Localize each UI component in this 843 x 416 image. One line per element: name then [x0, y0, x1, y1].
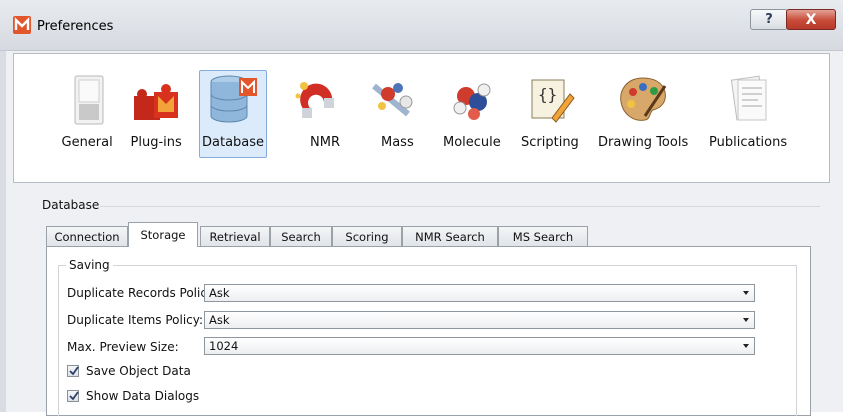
tab-scoring[interactable]: Scoring	[332, 226, 402, 246]
general-icon	[74, 75, 104, 125]
chevron-down-icon	[743, 291, 749, 295]
category-label: NMR	[310, 135, 340, 150]
window-border	[0, 0, 6, 412]
max-preview-size-label: Max. Preview Size:	[67, 340, 179, 354]
app-logo-icon	[13, 16, 31, 34]
tab-search[interactable]: Search	[270, 226, 332, 246]
tab-label: Storage	[140, 228, 186, 242]
category-label: Publications	[709, 135, 788, 150]
category-plugins[interactable]: Plug-ins	[128, 54, 184, 182]
help-button[interactable]: ?	[750, 9, 788, 30]
save-object-data-checkbox[interactable]: Save Object Data	[67, 364, 191, 378]
duplicate-records-select[interactable]: Ask	[204, 284, 755, 302]
checkbox-box	[67, 365, 79, 377]
tab-ms-search[interactable]: MS Search	[498, 226, 588, 246]
preferences-window: Preferences ? X General Plug-ins Databas…	[0, 0, 843, 416]
category-label: Mass	[381, 135, 414, 150]
tab-label: Retrieval	[209, 229, 261, 244]
category-publications[interactable]: Publications	[708, 54, 788, 182]
publications-icon	[730, 75, 767, 121]
duplicate-records-label: Duplicate Records Policy:	[67, 286, 218, 300]
scripting-icon: {}	[531, 79, 575, 123]
select-value: Ask	[209, 286, 230, 300]
category-general[interactable]: General	[52, 54, 122, 182]
close-button[interactable]: X	[786, 9, 836, 30]
checkbox-label: Show Data Dialogs	[86, 389, 200, 403]
category-nmr[interactable]: NMR	[290, 54, 346, 182]
duplicate-items-label: Duplicate Items Policy:	[67, 313, 204, 327]
checkmark-icon	[69, 391, 79, 401]
section-title: Database	[42, 198, 100, 212]
database-icon	[210, 75, 257, 123]
category-toolbar: General Plug-ins Database NMR Mass Molec…	[13, 53, 830, 183]
nmr-icon	[295, 82, 334, 118]
tab-label: Connection	[54, 229, 120, 244]
help-icon: ?	[765, 12, 773, 27]
select-value: Ask	[209, 313, 230, 327]
title-bar: Preferences ? X	[0, 0, 843, 51]
category-scripting[interactable]: {} Scripting	[520, 54, 580, 182]
max-preview-size-select[interactable]: 1024	[204, 337, 755, 355]
duplicate-items-select[interactable]: Ask	[204, 311, 755, 329]
saving-group-title: Saving	[66, 258, 113, 272]
category-label: Scripting	[521, 135, 579, 150]
tab-nmr-search[interactable]: NMR Search	[402, 226, 498, 246]
category-label: Plug-ins	[130, 135, 182, 150]
close-icon: X	[805, 11, 817, 28]
svg-text:{}: {}	[538, 85, 557, 104]
category-label: General	[61, 135, 113, 150]
tab-label: MS Search	[512, 229, 574, 244]
show-data-dialogs-checkbox[interactable]: Show Data Dialogs	[67, 389, 199, 403]
chevron-down-icon	[743, 318, 749, 322]
checkbox-box	[67, 390, 79, 402]
category-mass[interactable]: Mass	[368, 54, 424, 182]
category-label: Molecule	[443, 135, 501, 150]
tab-connection[interactable]: Connection	[46, 226, 128, 246]
window-title: Preferences	[37, 19, 114, 34]
select-value: 1024	[209, 339, 239, 353]
palette-icon	[620, 77, 667, 121]
category-database[interactable]: Database	[199, 54, 267, 182]
checkbox-label: Save Object Data	[86, 364, 191, 378]
checkmark-icon	[69, 366, 79, 376]
category-label: Database	[202, 135, 265, 150]
mass-icon	[372, 83, 413, 117]
tab-retrieval[interactable]: Retrieval	[200, 226, 270, 246]
category-drawing-tools[interactable]: Drawing Tools	[598, 54, 688, 182]
tab-label: NMR Search	[415, 229, 485, 244]
tab-storage[interactable]: Storage	[128, 222, 198, 247]
plugin-icon	[134, 84, 178, 120]
tab-label: Scoring	[345, 229, 389, 244]
category-label: Drawing Tools	[598, 135, 689, 150]
section-divider	[100, 206, 820, 207]
chevron-down-icon	[743, 344, 749, 348]
category-molecule[interactable]: Molecule	[442, 54, 502, 182]
tab-label: Search	[281, 229, 321, 244]
molecule-icon	[453, 83, 491, 120]
